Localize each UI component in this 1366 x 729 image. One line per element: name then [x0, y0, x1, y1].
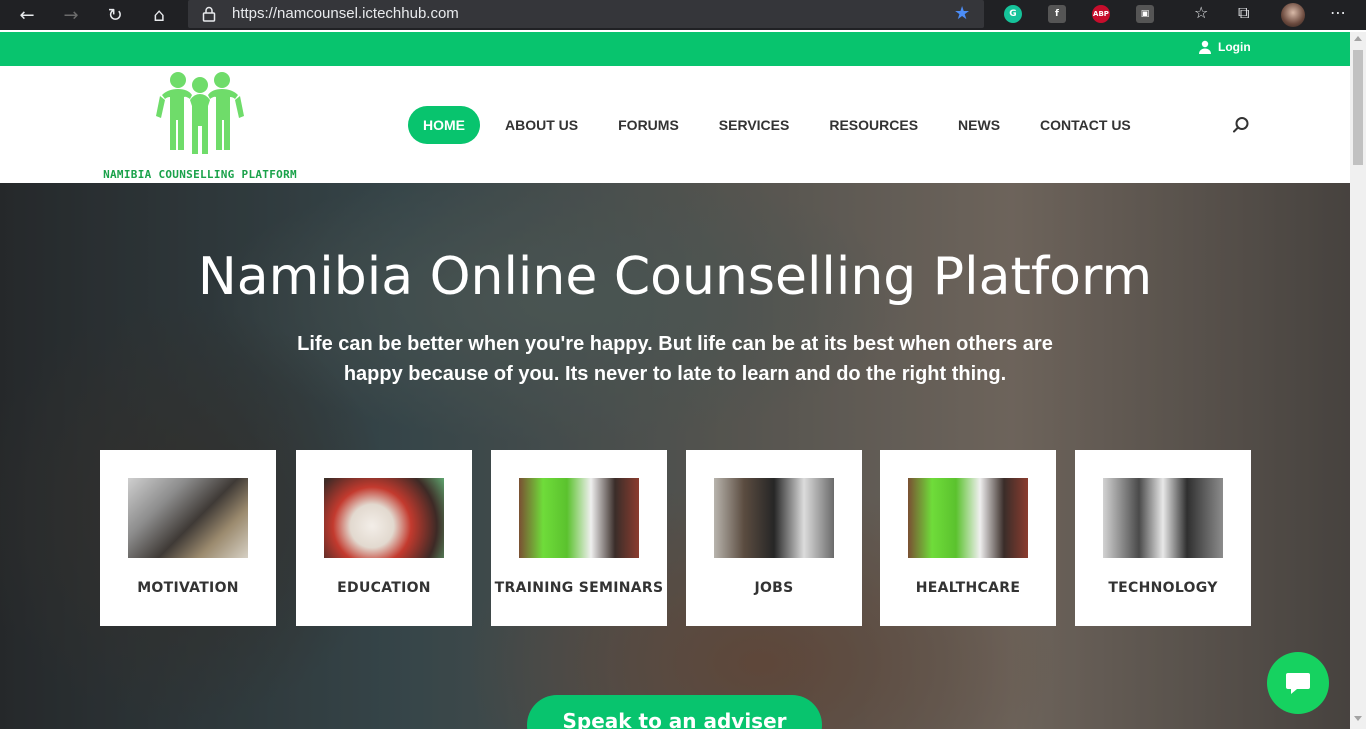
menu-item-contact-us[interactable]: CONTACT US — [1025, 106, 1146, 144]
extension-icon[interactable]: ▣ — [1136, 5, 1154, 23]
category-photo — [1103, 478, 1223, 558]
forward-icon[interactable]: → — [58, 2, 84, 28]
back-icon[interactable]: ← — [14, 2, 40, 28]
category-photo — [324, 478, 444, 558]
user-icon — [1199, 40, 1211, 54]
category-card-motivation[interactable]: MOTIVATION — [100, 450, 276, 626]
category-label: EDUCATION — [337, 580, 431, 596]
scroll-down-arrow-icon[interactable] — [1354, 716, 1362, 721]
menu-item-forums[interactable]: FORUMS — [603, 106, 694, 144]
category-cards: MOTIVATION EDUCATION TRAINING SEMINARS J… — [100, 450, 1251, 626]
category-card-education[interactable]: EDUCATION — [296, 450, 472, 626]
category-label: JOBS — [754, 580, 794, 596]
favorite-star-icon[interactable]: ★ — [954, 3, 970, 24]
home-icon[interactable]: ⌂ — [146, 2, 172, 28]
search-icon[interactable] — [1232, 116, 1250, 134]
top-strip: Login — [0, 32, 1350, 66]
login-link[interactable]: Login — [1198, 40, 1251, 54]
category-label: MOTIVATION — [137, 580, 239, 596]
logo-text: NAMIBIA COUNSELLING PLATFORM — [103, 168, 297, 181]
category-label: TRAINING SEMINARS — [494, 580, 664, 596]
login-label: Login — [1218, 40, 1251, 54]
hero-title: Namibia Online Counselling Platform — [197, 247, 1153, 307]
category-card-jobs[interactable]: JOBS — [686, 450, 862, 626]
category-card-healthcare[interactable]: HEALTHCARE — [880, 450, 1056, 626]
favorites-icon[interactable]: ☆ — [1194, 3, 1208, 22]
site-header: NAMIBIA COUNSELLING PLATFORM HOME ABOUT … — [0, 66, 1350, 183]
hero-banner: Namibia Online Counselling Platform Life… — [0, 183, 1350, 729]
category-photo — [714, 478, 834, 558]
category-label: HEALTHCARE — [915, 580, 1021, 596]
scroll-up-arrow-icon[interactable] — [1354, 36, 1362, 41]
address-bar[interactable]: https://namcounsel.ictechhub.com ★ — [188, 0, 984, 28]
category-photo — [908, 478, 1028, 558]
profile-avatar[interactable] — [1281, 3, 1305, 27]
more-menu-icon[interactable]: ⋯ — [1330, 3, 1346, 22]
scroll-thumb[interactable] — [1353, 50, 1363, 165]
facebook-icon[interactable]: f — [1048, 5, 1066, 23]
menu-item-resources[interactable]: RESOURCES — [814, 106, 933, 144]
people-logo-icon — [156, 72, 244, 154]
url-text: https://namcounsel.ictechhub.com — [232, 5, 459, 22]
menu-item-about-us[interactable]: ABOUT US — [490, 106, 593, 144]
grammarly-icon[interactable]: G — [1004, 5, 1022, 23]
speak-to-adviser-button[interactable]: Speak to an adviser — [527, 695, 822, 729]
hero-subtitle: Life can be better when you're happy. Bu… — [297, 333, 1053, 385]
category-photo — [128, 478, 248, 558]
menu-item-home[interactable]: HOME — [408, 106, 480, 144]
category-card-technology[interactable]: TECHNOLOGY — [1075, 450, 1251, 626]
category-card-training-seminars[interactable]: TRAINING SEMINARS — [491, 450, 667, 626]
browser-toolbar: ← → ↻ ⌂ https://namcounsel.ictechhub.com… — [0, 0, 1366, 30]
chat-bubble-icon — [1286, 673, 1310, 694]
lock-icon — [202, 6, 216, 22]
menu-item-news[interactable]: NEWS — [943, 106, 1015, 144]
page-scrollbar[interactable] — [1350, 32, 1366, 729]
category-photo — [519, 478, 639, 558]
site-logo[interactable]: NAMIBIA COUNSELLING PLATFORM — [98, 70, 302, 182]
category-label: TECHNOLOGY — [1108, 580, 1218, 596]
adblock-icon[interactable]: ABP — [1092, 5, 1110, 23]
refresh-icon[interactable]: ↻ — [102, 2, 128, 28]
chat-button[interactable] — [1267, 652, 1329, 714]
main-menu: HOME ABOUT US FORUMS SERVICES RESOURCES … — [408, 106, 1156, 144]
collections-icon[interactable]: ⧉ — [1238, 3, 1249, 23]
menu-item-services[interactable]: SERVICES — [704, 106, 805, 144]
